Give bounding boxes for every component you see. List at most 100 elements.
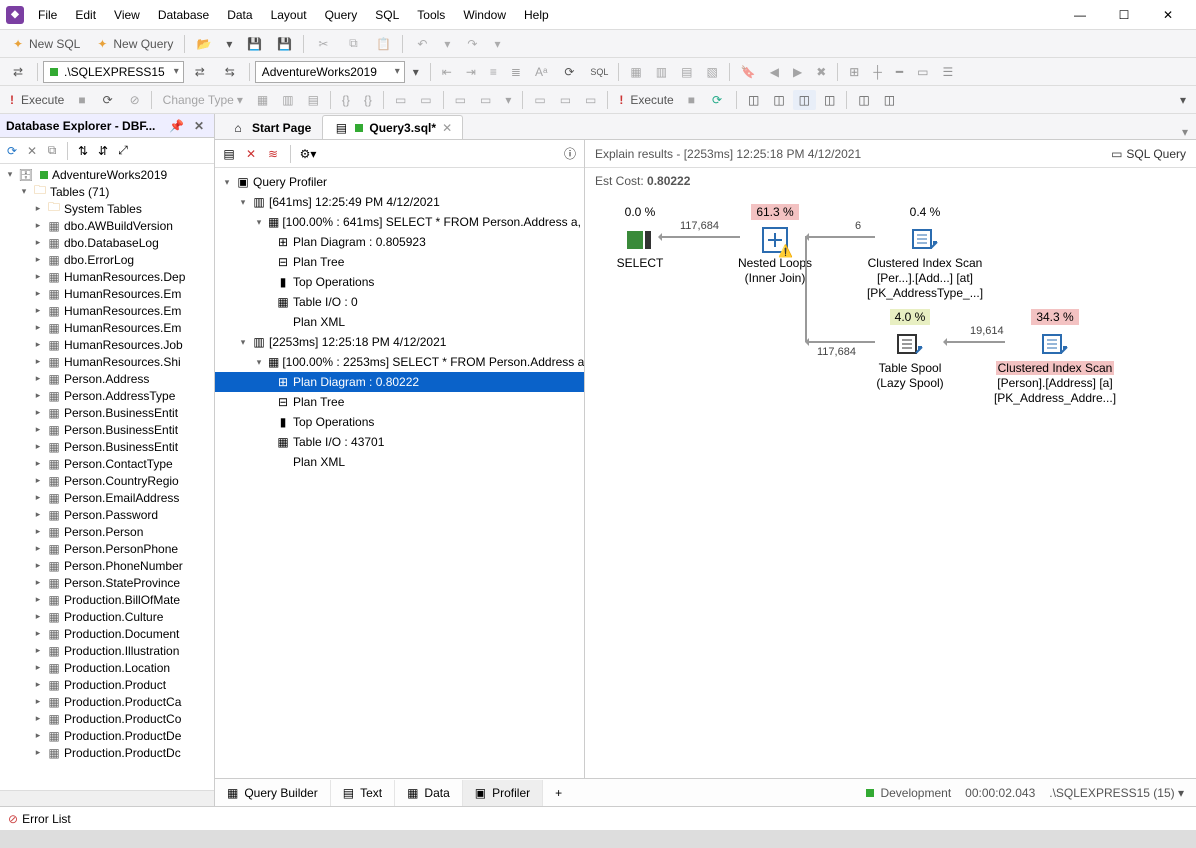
tb-misc-4[interactable]: ▧ [700,62,723,82]
copy-icon[interactable]: ⧉ [44,143,60,159]
qb-7[interactable]: ▭ [414,90,437,110]
pin-icon[interactable]: 📌 [169,119,184,133]
profiler-run-1[interactable]: ▾ ▥ [641ms] 12:25:49 PM 4/12/2021 [215,192,584,212]
qb-2[interactable]: ▥ [276,90,299,110]
change-type-button[interactable]: Change Type ▾ [157,90,249,110]
qb-5[interactable]: {} [358,90,378,110]
expand-icon[interactable]: ▸ [32,526,44,537]
expand-icon[interactable]: ▸ [32,390,44,401]
close-button[interactable]: ✕ [1146,1,1190,29]
error-list-tab[interactable]: Error List [22,812,71,826]
btab-add[interactable]: + [543,780,574,806]
tree-table-item[interactable]: ▸▦HumanResources.Em [0,302,214,319]
expand-icon[interactable]: ▸ [32,424,44,435]
btab-data[interactable]: ▦Data [395,780,463,806]
close-panel-icon[interactable]: ✕ [190,119,208,133]
expand-icon[interactable]: ▸ [32,747,44,758]
menu-sql[interactable]: SQL [367,4,407,26]
qb-6[interactable]: ▭ [389,90,412,110]
qb-10[interactable]: ▾ [499,90,517,110]
profiler-run-2[interactable]: ▾ ▥ [2253ms] 12:25:18 PM 4/12/2021 [215,332,584,352]
tree-table-item[interactable]: ▸▦Person.PersonPhone [0,540,214,557]
tb-overflow[interactable]: ▾ [1174,90,1192,110]
bookmark-clear[interactable]: ✖ [810,62,832,82]
refresh-icon[interactable]: ⟳ [4,143,20,159]
stop2-button[interactable]: ■ [682,90,701,110]
horizontal-scrollbar[interactable] [0,790,214,806]
expand-icon[interactable]: ▸ [32,339,44,350]
expand-icon[interactable]: ▸ [32,203,44,214]
qb-4[interactable]: {} [336,90,356,110]
expand-icon[interactable]: ▸ [32,696,44,707]
server-action-1[interactable]: ⇄ [186,61,214,83]
save-all-button[interactable]: 💾 [270,33,298,55]
reconnect-button[interactable]: ⟳ [94,89,122,111]
menu-database[interactable]: Database [150,4,217,26]
tree-table-item[interactable]: ▸▦Production.BillOfMate [0,591,214,608]
tree-table-item[interactable]: ▸▦Person.BusinessEntit [0,438,214,455]
maximize-button[interactable]: ☐ [1102,1,1146,29]
indent-left-button[interactable]: ⇤ [436,62,458,82]
refresh-button[interactable]: ⟳ [555,61,583,83]
expand-icon[interactable]: ▾ [18,186,30,197]
qb-11[interactable]: ▭ [528,90,551,110]
expand-icon[interactable]: ▸ [32,730,44,741]
plan-node-cis-1[interactable]: 0.4 % Clustered Index Scan[Per...].[Add.… [860,204,990,301]
indent-right-button[interactable]: ⇥ [460,62,482,82]
settings-icon[interactable]: ⚙▾ [300,146,316,162]
profiler-btn-4[interactable]: ◫ [818,90,841,110]
profiler-item[interactable]: Plan XML [215,452,584,472]
profiler-btn-5[interactable]: ◫ [852,90,875,110]
tree-table-item[interactable]: ▸▦Person.BusinessEntit [0,404,214,421]
qb-3[interactable]: ▤ [302,90,325,110]
btab-query-builder[interactable]: ▦Query Builder [215,780,331,806]
connection-icon-button[interactable]: ⇄ [4,61,32,83]
menu-edit[interactable]: Edit [67,4,104,26]
case-button[interactable]: Aᵃ [529,62,553,82]
btab-profiler[interactable]: ▣Profiler [463,780,543,806]
tab-start-page[interactable]: ⌂ Start Page [219,115,322,139]
expand-icon[interactable]: ▸ [32,288,44,299]
sort-icon[interactable]: ⇵ [95,143,111,159]
database-combo[interactable]: AdventureWorks2019 [255,61,405,83]
profiler-btn-3[interactable]: ◫ [793,90,816,110]
expand-icon[interactable]: ▸ [32,254,44,265]
plan-node-nested-loops[interactable]: 61.3 % ⚠️ Nested Loops(Inner Join) [725,204,825,286]
expand-icon[interactable]: ▸ [32,543,44,554]
tabs-overflow[interactable]: ▾ [1174,125,1196,139]
expand-icon[interactable]: ▸ [32,713,44,724]
tree-table-item[interactable]: ▸▦HumanResources.Dep [0,268,214,285]
layout-1[interactable]: ⊞ [843,62,865,82]
layout-5[interactable]: ☰ [936,62,959,82]
cut-button[interactable]: ✂ [309,33,337,55]
undo-button[interactable]: ↶ [408,33,436,55]
tree-table-item[interactable]: ▸▦Production.Location [0,659,214,676]
expand-icon[interactable]: ▸ [32,662,44,673]
execute-button[interactable]: !Execute [4,90,70,110]
stop-button[interactable]: ■ [72,90,91,110]
menu-tools[interactable]: Tools [409,4,453,26]
profiler-item[interactable]: Plan XML [215,312,584,332]
new-query-button[interactable]: ✦New Query [88,33,179,55]
profiler-item[interactable]: ⊞Plan Diagram : 0.805923 [215,232,584,252]
tree-table-item[interactable]: ▸▦Production.Product [0,676,214,693]
tree-table-item[interactable]: ▸▦HumanResources.Em [0,319,214,336]
profiler-tree[interactable]: ▾ ▣ Query Profiler ▾ ▥ [641ms] 12:25:49 … [215,168,584,778]
profiler-run-1-select[interactable]: ▾ ▦ [100.00% : 641ms] SELECT * FROM Pers… [215,212,584,232]
paste-button[interactable]: 📋 [369,33,397,55]
collapse-icon[interactable]: ⤢ [115,143,131,159]
resize-grip[interactable] [0,830,1196,848]
btab-text[interactable]: ▤Text [331,780,395,806]
execute2-button[interactable]: !Execute [613,90,679,110]
qb-9[interactable]: ▭ [474,90,497,110]
tree-table-item[interactable]: ▸▦HumanResources.Shi [0,353,214,370]
profiler-item[interactable]: ▦Table I/O : 0 [215,292,584,312]
tb-misc-3[interactable]: ▤ [675,62,698,82]
uncomment-button[interactable]: ≣ [505,62,527,82]
tree-table-item[interactable]: ▸▦Person.Person [0,523,214,540]
tree-table-item[interactable]: ▸▦Production.ProductCo [0,710,214,727]
run-icon[interactable]: ▤ [221,146,237,162]
tab-close-icon[interactable]: ✕ [442,121,452,135]
bookmark-button[interactable]: 🔖 [735,62,762,82]
info-icon[interactable]: ⓘ [562,146,578,162]
